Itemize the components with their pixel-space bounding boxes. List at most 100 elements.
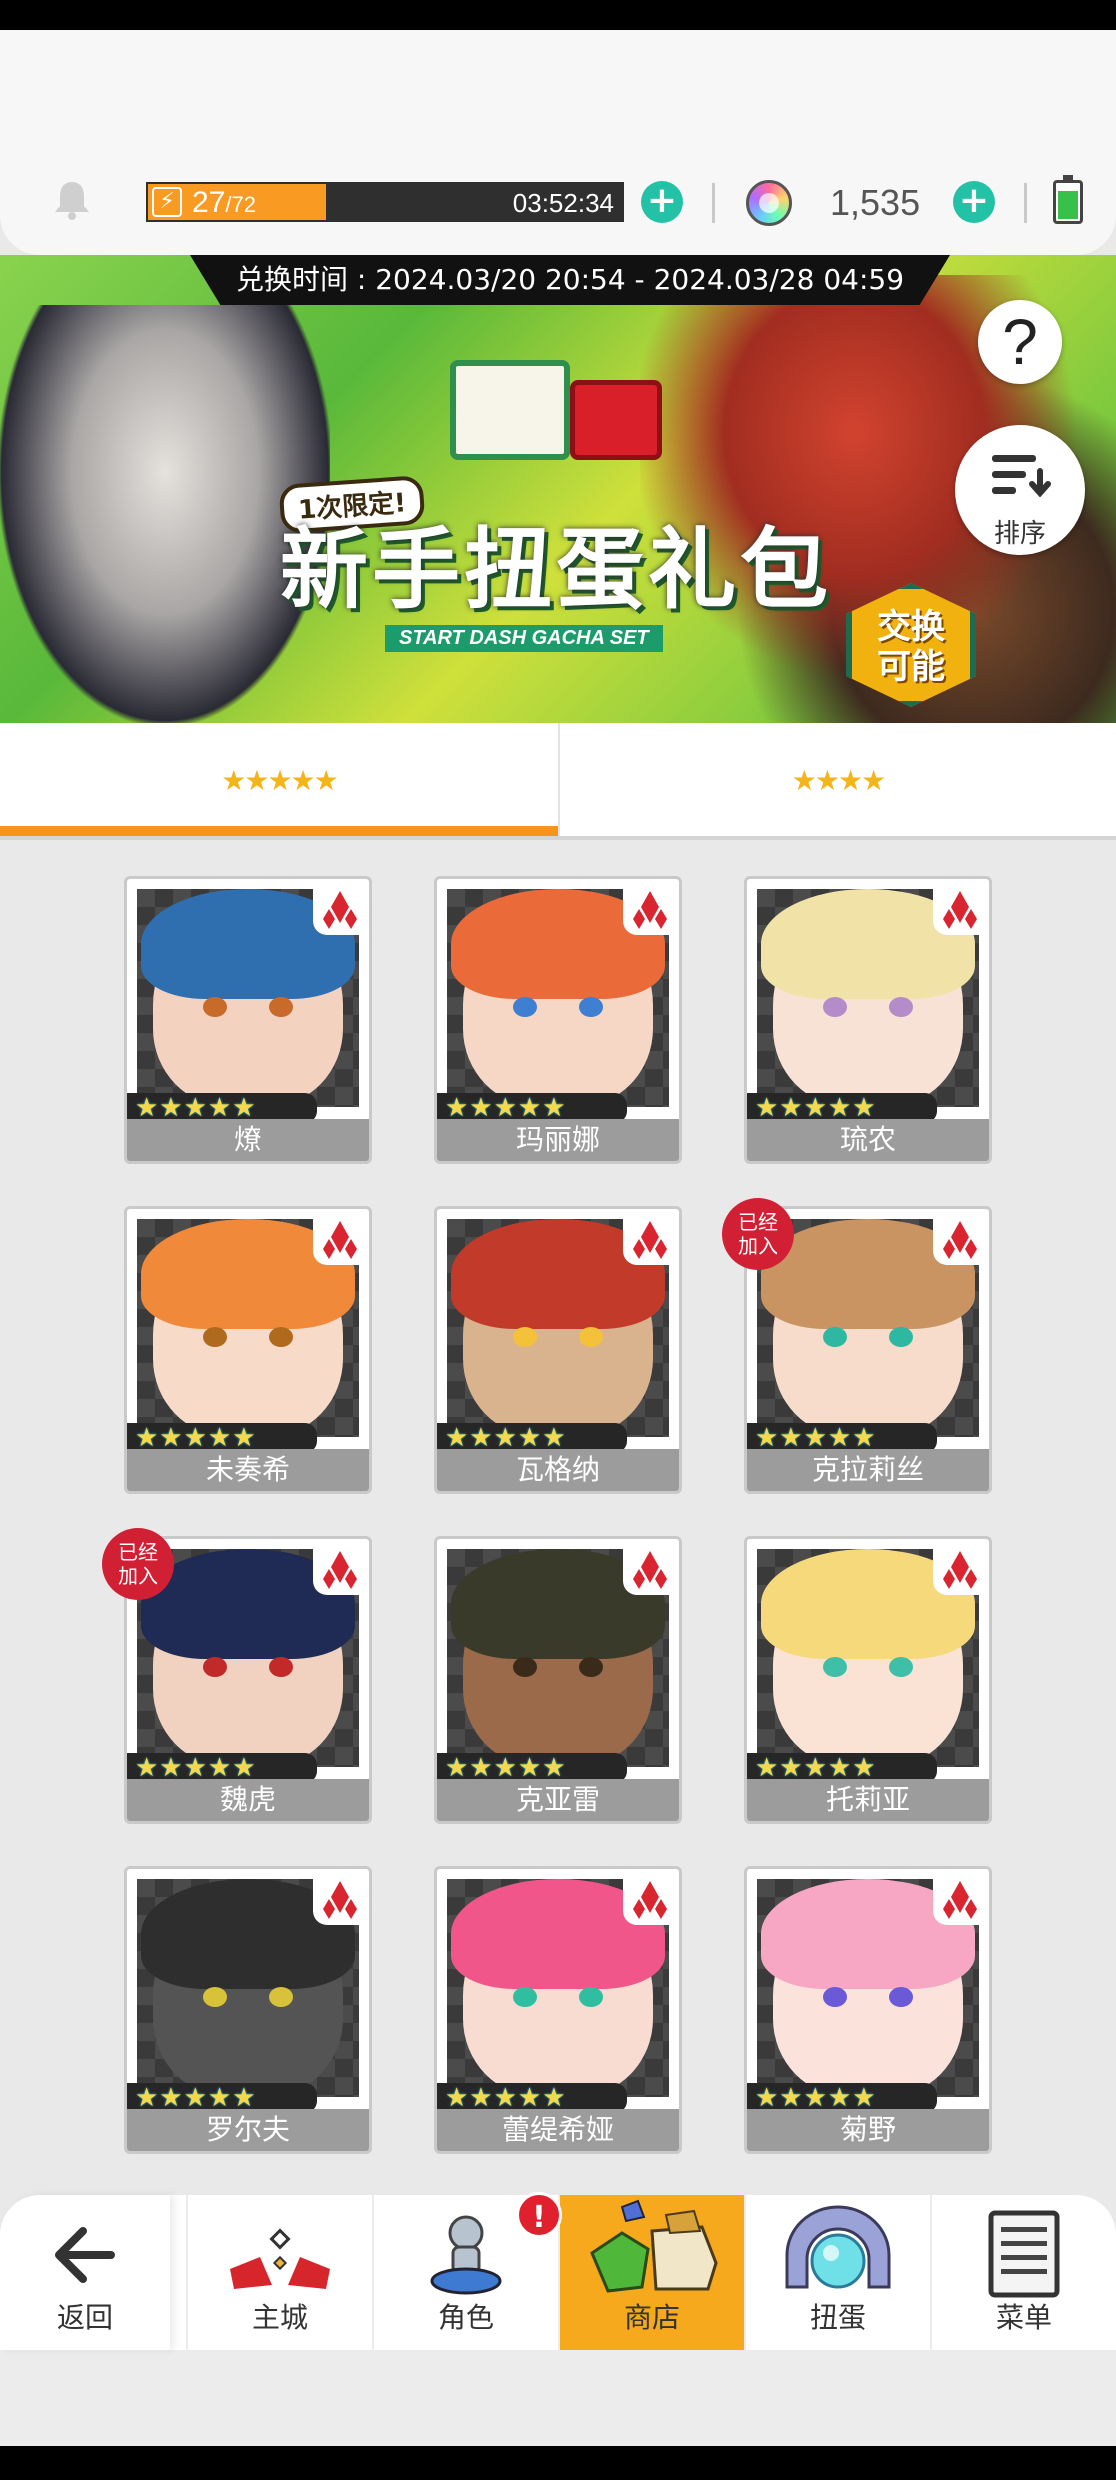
banner-subtitle: START DASH GACHA SET — [385, 625, 663, 652]
system-nav-bar — [0, 2446, 1116, 2480]
portrait-eye — [823, 1987, 847, 2007]
character-name: 魏虎 — [127, 1779, 369, 1821]
battery-icon — [1053, 175, 1083, 224]
lightning-icon: ⚡ — [152, 187, 182, 217]
character-card[interactable]: ★★★★★ 瓦格纳 — [434, 1206, 682, 1494]
add-gems-button[interactable]: + — [953, 181, 995, 223]
character-name: 燎 — [127, 1119, 369, 1161]
exchange-period: 兑换时间 : 2024.03/20 20:54 - 2024.03/28 04:… — [190, 255, 950, 305]
character-name: 蕾缇希娅 — [437, 2109, 679, 2151]
bottom-padding — [0, 2350, 1116, 2446]
portrait-eye — [579, 997, 603, 1017]
character-label: 角色 — [437, 2301, 494, 2334]
castle-label: 主城 — [251, 2301, 308, 2334]
portrait-eye — [823, 1327, 847, 1347]
portrait-eye — [203, 1327, 227, 1347]
diamond-icon — [313, 1213, 365, 1265]
gift-box-icon — [450, 360, 570, 460]
arrow-left-icon — [55, 2227, 115, 2283]
diamond-icon — [623, 1873, 675, 1925]
add-stamina-button[interactable]: + — [641, 181, 683, 223]
sort-label: 排序 — [993, 519, 1046, 549]
menu-label: 菜单 — [995, 2301, 1052, 2334]
portrait-eye — [889, 997, 913, 1017]
gem-icon — [746, 180, 792, 226]
portrait-eye — [823, 1657, 847, 1677]
diamond-icon — [313, 1873, 365, 1925]
portrait-eye — [579, 1987, 603, 2007]
character-name: 菊野 — [747, 2109, 989, 2151]
diamond-icon — [933, 1873, 985, 1925]
character-name: 未奏希 — [127, 1449, 369, 1491]
character-card[interactable]: ★★★★★ 菊野 — [744, 1866, 992, 2154]
nav-menu[interactable]: 菜单 — [930, 2195, 1116, 2350]
diamond-icon — [933, 1213, 985, 1265]
ticket-icon — [570, 380, 662, 460]
character-name: 托莉亚 — [747, 1779, 989, 1821]
character-name: 玛丽娜 — [437, 1119, 679, 1161]
portrait-eye — [203, 997, 227, 1017]
portrait-eye — [513, 1987, 537, 2007]
portrait-eye — [269, 1987, 293, 2007]
character-card[interactable]: ★★★★★ 罗尔夫 — [124, 1866, 372, 2154]
character-card[interactable]: ★★★★★ 燎 — [124, 876, 372, 1164]
stamina-value: 27/72 — [192, 186, 256, 219]
stamina-timer: 03:52:34 — [512, 188, 614, 218]
joined-badge: 已经 加入 — [102, 1528, 174, 1600]
character-card[interactable]: ★★★★★ 托莉亚 — [744, 1536, 992, 1824]
character-name: 瓦格纳 — [437, 1449, 679, 1491]
character-alert-badge: ! — [516, 2192, 562, 2238]
portrait-eye — [889, 1987, 913, 2007]
stamina-bar: ⚡ 27/72 03:52:34 — [146, 182, 624, 222]
diamond-icon — [933, 1543, 985, 1595]
help-button[interactable]: ? — [978, 300, 1062, 384]
gem-count: 1,535 — [830, 182, 921, 223]
portrait-eye — [203, 1987, 227, 2007]
portrait-eye — [823, 997, 847, 1017]
tab-five-star[interactable]: ★★★★★ — [0, 723, 558, 839]
shop-icon — [590, 2199, 718, 2293]
portrait-eye — [513, 1327, 537, 1347]
portrait-eye — [269, 1327, 293, 1347]
character-card[interactable]: ★★★★★ 克亚雷 — [434, 1536, 682, 1824]
diamond-icon — [313, 1543, 365, 1595]
tab-four-star[interactable]: ★★★★ — [558, 723, 1116, 839]
bell-icon[interactable] — [50, 178, 94, 222]
portrait-eye — [269, 1657, 293, 1677]
divider — [1024, 183, 1027, 223]
character-grid: ★★★★★ 燎 ★★★★★ 玛丽娜 ★★★★★ 琉农 ★★★★★ 未奏希 ★★★★★ 瓦格纳 ★★★… — [0, 840, 1116, 2195]
character-card[interactable]: ★★★★★ 蕾缇希娅 — [434, 1866, 682, 2154]
promo-banner[interactable]: 兑换时间 : 2024.03/20 20:54 - 2024.03/28 04:… — [0, 255, 1116, 723]
nav-castle[interactable]: 主城 — [186, 2195, 372, 2350]
portrait-eye — [889, 1327, 913, 1347]
portrait-eye — [513, 997, 537, 1017]
diamond-icon — [623, 883, 675, 935]
portrait-eye — [889, 1657, 913, 1677]
portrait-eye — [579, 1657, 603, 1677]
active-tab-indicator — [0, 826, 558, 836]
sort-icon — [992, 455, 1051, 497]
castle-icon — [230, 2228, 330, 2289]
character-card[interactable]: ★★★★★ 琉农 — [744, 876, 992, 1164]
character-card[interactable]: ★★★★★ 未奏希 — [124, 1206, 372, 1494]
gacha-label: 扭蛋 — [809, 2301, 866, 2334]
character-name: 琉农 — [747, 1119, 989, 1161]
character-card[interactable]: ★★★★★ 玛丽娜 — [434, 876, 682, 1164]
diamond-icon — [623, 1543, 675, 1595]
divider — [712, 183, 715, 223]
nav-shop[interactable]: 商店 — [558, 2195, 744, 2350]
gacha-icon — [785, 2205, 891, 2289]
diamond-icon — [623, 1213, 675, 1265]
back-button[interactable]: 返回 — [0, 2195, 170, 2350]
banner-title: 新手扭蛋礼包 — [280, 518, 833, 621]
nav-gacha[interactable]: 扭蛋 — [744, 2195, 930, 2350]
portrait-eye — [513, 1657, 537, 1677]
menu-icon — [988, 2210, 1060, 2298]
portrait-eye — [579, 1327, 603, 1347]
rarity-tabs: ★★★★★ ★★★★ — [0, 723, 1116, 839]
character-name: 克拉莉丝 — [747, 1449, 989, 1491]
diamond-icon — [933, 883, 985, 935]
sort-button[interactable]: 排序 — [955, 425, 1085, 555]
shop-label: 商店 — [623, 2301, 680, 2334]
joined-badge: 已经 加入 — [722, 1198, 794, 1270]
